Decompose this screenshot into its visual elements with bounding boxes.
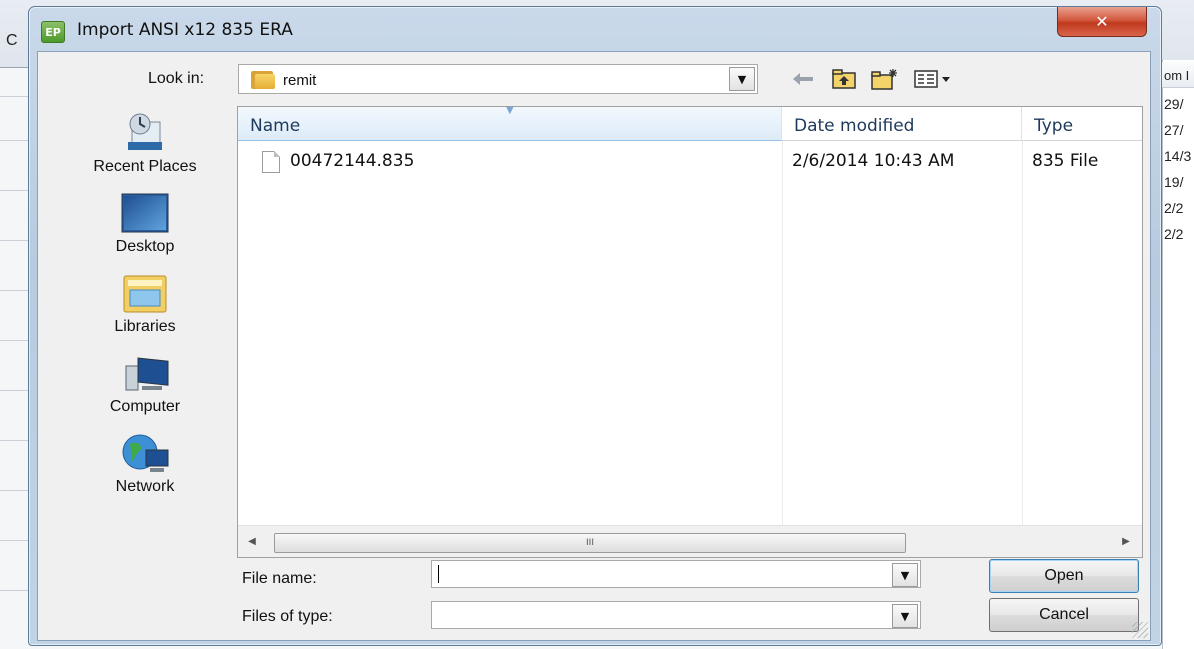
desktop-icon — [118, 192, 172, 236]
background-grid-line — [0, 140, 30, 141]
background-cell: 27/ — [1164, 122, 1184, 138]
chevron-down-icon[interactable]: ▼ — [729, 67, 755, 91]
place-libraries[interactable]: Libraries — [52, 268, 238, 344]
background-grid-line — [0, 96, 30, 97]
view-menu-icon[interactable] — [912, 68, 956, 90]
place-label: Desktop — [115, 238, 175, 255]
background-grid-line — [0, 590, 30, 591]
column-header-type[interactable]: Type — [1022, 107, 1142, 141]
cancel-button[interactable]: Cancel — [989, 598, 1139, 632]
background-cell: 19/ — [1164, 174, 1184, 190]
close-button[interactable]: ✕ — [1057, 7, 1147, 37]
column-header-label: Type — [1034, 116, 1074, 136]
app-icon: EP — [41, 21, 65, 43]
column-header-label: Date modified — [794, 116, 915, 136]
background-cell: 2/2 — [1164, 200, 1184, 216]
file-name-label: File name: — [242, 570, 317, 587]
recent-places-icon — [118, 112, 172, 156]
look-in-value: remit — [283, 72, 317, 89]
look-in-label: Look in: — [148, 70, 205, 87]
new-folder-icon[interactable] — [870, 68, 900, 90]
scroll-right-icon[interactable]: ▶ — [1118, 536, 1134, 550]
place-label: Libraries — [114, 318, 176, 335]
background-grid-line — [0, 240, 30, 241]
background-grid-line — [0, 340, 30, 341]
folder-icon — [251, 69, 275, 89]
background-grid-line — [0, 440, 30, 441]
file-type: 835 File — [1032, 151, 1099, 171]
files-of-type-combobox[interactable]: ▼ — [431, 601, 921, 629]
dialog-client-area: Look in: remit ▼ Recent Places Desktop L… — [37, 51, 1151, 641]
text-cursor — [438, 565, 439, 583]
resize-grip-icon[interactable] — [1132, 622, 1148, 638]
chevron-down-icon[interactable]: ▼ — [892, 604, 918, 628]
background-grid-line — [0, 190, 30, 191]
place-label: Computer — [109, 398, 181, 415]
place-label: Network — [115, 478, 175, 495]
file-date-modified: 2/6/2014 10:43 AM — [792, 151, 955, 171]
scroll-left-icon[interactable]: ◀ — [244, 536, 260, 550]
libraries-icon — [118, 272, 172, 316]
background-cell: 14/3 — [1164, 148, 1192, 164]
back-arrow-icon[interactable] — [790, 68, 816, 90]
background-grid-line — [0, 390, 30, 391]
file-row[interactable]: 00472144.835 2/6/2014 10:43 AM 835 File — [248, 149, 1128, 175]
background-grid-line — [0, 540, 30, 541]
chevron-down-icon[interactable]: ▼ — [892, 563, 918, 587]
place-computer[interactable]: Computer — [52, 348, 238, 424]
up-folder-icon[interactable] — [830, 68, 858, 90]
file-icon — [262, 151, 280, 173]
background-grid-line — [0, 290, 30, 291]
background-grid-line — [0, 490, 30, 491]
place-recent-places[interactable]: Recent Places — [52, 108, 238, 184]
place-label: Recent Places — [93, 158, 197, 175]
file-name: 00472144.835 — [290, 151, 415, 171]
column-header-name[interactable]: Name ▼ — [238, 107, 782, 141]
files-of-type-label: Files of type: — [242, 608, 333, 625]
place-desktop[interactable]: Desktop — [52, 188, 238, 264]
import-dialog: EP Import ANSI x12 835 ERA ✕ Look in: re… — [28, 6, 1162, 646]
file-name-combobox[interactable]: ▼ — [431, 560, 921, 588]
network-icon — [118, 432, 172, 476]
scrollbar-grip: III — [586, 538, 594, 548]
look-in-combobox[interactable]: remit ▼ — [238, 64, 758, 94]
computer-icon — [118, 352, 172, 396]
scrollbar-thumb[interactable]: III — [274, 533, 906, 553]
dialog-title: Import ANSI x12 835 ERA — [77, 20, 293, 40]
sort-indicator-icon: ▼ — [506, 106, 514, 116]
file-list[interactable]: Name ▼ Date modified Type 00472144.835 2… — [237, 106, 1143, 558]
place-network[interactable]: Network — [52, 428, 238, 504]
places-bar: Recent Places Desktop Libraries Computer — [52, 108, 238, 528]
column-divider — [782, 141, 783, 525]
close-icon: ✕ — [1095, 12, 1109, 31]
background-cell: 2/2 — [1164, 226, 1184, 242]
column-divider — [1022, 141, 1023, 525]
background-column-header: om I — [1162, 62, 1194, 88]
column-header-date-modified[interactable]: Date modified — [782, 107, 1022, 141]
horizontal-scrollbar[interactable]: ◀ III ▶ — [238, 525, 1142, 557]
column-header-label: Name — [250, 116, 301, 136]
background-cell: 29/ — [1164, 96, 1184, 112]
background-left-text: C — [6, 32, 18, 49]
open-button[interactable]: Open — [989, 559, 1139, 593]
